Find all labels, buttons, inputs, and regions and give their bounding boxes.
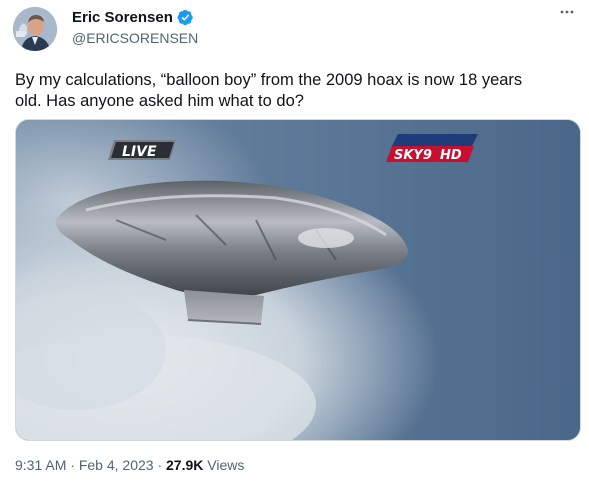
tweet-meta: 9:31 AM · Feb 4, 2023 · 27.9K Views [15, 457, 244, 473]
station-badge: SKY9 HD [386, 134, 478, 163]
meta-separator-2: · [157, 457, 163, 473]
author-handle[interactable]: @ERICSORENSEN [72, 30, 198, 46]
meta-separator-1: · [70, 457, 75, 473]
author-name-row[interactable]: Eric Sorensen [72, 9, 194, 26]
more-icon[interactable] [559, 4, 575, 25]
views-count[interactable]: 27.9K [166, 457, 203, 473]
views-label: Views [207, 457, 245, 473]
verified-badge-icon [177, 9, 194, 26]
live-badge: LIVE [108, 140, 176, 160]
avatar-image [13, 7, 57, 51]
tweet-text-line-1: By my calculations, “balloon boy” from t… [15, 71, 523, 89]
tweet-date[interactable]: Feb 4, 2023 [79, 457, 154, 473]
tweet-text: By my calculations, “balloon boy” from t… [15, 70, 575, 112]
station-label: SKY9 [394, 148, 432, 163]
tweet-text-line-2: old. Has anyone asked him what to do? [15, 92, 304, 110]
tweet-media-image[interactable]: LIVE SKY9 HD [15, 119, 581, 441]
avatar[interactable] [13, 7, 57, 51]
hd-label: HD [440, 148, 462, 163]
balloon-photo: LIVE SKY9 HD [16, 120, 580, 440]
tweet-time[interactable]: 9:31 AM [15, 457, 66, 473]
author-name[interactable]: Eric Sorensen [72, 9, 173, 26]
live-label: LIVE [122, 144, 157, 160]
